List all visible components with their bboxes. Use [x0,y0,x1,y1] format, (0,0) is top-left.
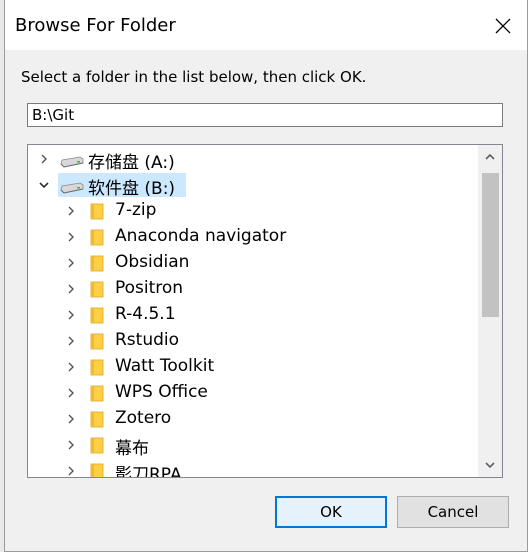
tree-item-folder[interactable]: R-4.5.1 [28,302,478,328]
chevron-right-icon[interactable] [65,231,77,243]
tree-item-label: Obsidian [115,252,190,272]
tree-item-label: Zotero [115,408,172,428]
tree-item-label: R-4.5.1 [115,304,176,324]
tree-item-folder[interactable]: 幕布 [28,432,478,459]
tree-item-label: 幕布 [115,439,149,459]
tree-item-label: Anaconda navigator [115,226,287,246]
tree-item-folder[interactable]: Anaconda navigator [28,224,478,250]
instruction-text: Select a folder in the list below, then … [21,68,367,86]
folder-icon [90,410,104,432]
chevron-right-icon[interactable] [38,153,50,165]
chevron-right-icon[interactable] [65,361,77,373]
folder-icon [90,254,104,276]
folder-icon [90,332,104,354]
tree-item-folder[interactable]: WPS Office [28,380,478,406]
tree-item-label: Watt Toolkit [115,356,215,376]
folder-icon [90,462,104,477]
drive-icon [60,179,84,198]
selected-path-field[interactable]: B:\Git [27,103,503,127]
tree-item-folder[interactable]: Positron [28,276,478,302]
tree-item-label: 存储盘 (A:) [88,153,175,173]
chevron-down-icon [485,462,495,469]
tree-item-folder[interactable]: 7-zip [28,198,478,224]
tree-item-folder[interactable]: Obsidian [28,250,478,276]
tree-item-label: 7-zip [115,200,157,220]
cancel-button[interactable]: Cancel [397,496,509,528]
close-icon [495,18,511,34]
scroll-up-button[interactable] [478,145,502,169]
chevron-right-icon[interactable] [65,335,77,347]
tree-item-folder[interactable]: Watt Toolkit [28,354,478,380]
tree-item-label: 软件盘 (B:) [88,179,176,199]
tree-item-label: 影刀RPA [115,465,182,478]
chevron-right-icon[interactable] [65,413,77,425]
scrollbar-thumb[interactable] [482,173,499,317]
tree-item-folder[interactable]: Zotero [28,406,478,432]
close-button[interactable] [485,8,521,44]
folder-icon [90,280,104,302]
tree-item-folder[interactable]: Rstudio [28,328,478,354]
scroll-down-button[interactable] [478,453,502,477]
chevron-right-icon[interactable] [65,257,77,269]
folder-icon [90,228,104,250]
folder-icon [90,358,104,380]
folder-tree[interactable]: 存储盘 (A:) 软件盘 (B:) 7-zip Anaconda navigat… [27,144,503,478]
tree-item-label: Positron [115,278,184,298]
chevron-right-icon[interactable] [65,439,77,451]
tree-item-drive-b[interactable]: 软件盘 (B:) [28,172,478,199]
chevron-right-icon[interactable] [65,387,77,399]
folder-icon [90,202,104,224]
title-bar: Browse For Folder [5,0,527,50]
chevron-right-icon[interactable] [65,465,77,477]
tree-item-label: WPS Office [115,382,208,402]
tree-item-folder[interactable]: 影刀RPA [28,458,478,478]
chevron-down-icon[interactable] [38,179,50,191]
folder-icon [90,384,104,406]
ok-button[interactable]: OK [275,496,387,528]
drive-icon [60,153,84,172]
vertical-scrollbar[interactable] [478,145,502,477]
chevron-right-icon[interactable] [65,283,77,295]
dialog-title: Browse For Folder [15,15,176,36]
chevron-right-icon[interactable] [65,309,77,321]
chevron-right-icon[interactable] [65,205,77,217]
chevron-up-icon [485,153,495,160]
tree-item-label: Rstudio [115,330,180,350]
folder-icon [90,436,104,458]
browse-for-folder-dialog: Browse For Folder Select a folder in the… [4,0,528,552]
tree-item-drive-a[interactable]: 存储盘 (A:) [28,146,478,173]
folder-icon [90,306,104,328]
